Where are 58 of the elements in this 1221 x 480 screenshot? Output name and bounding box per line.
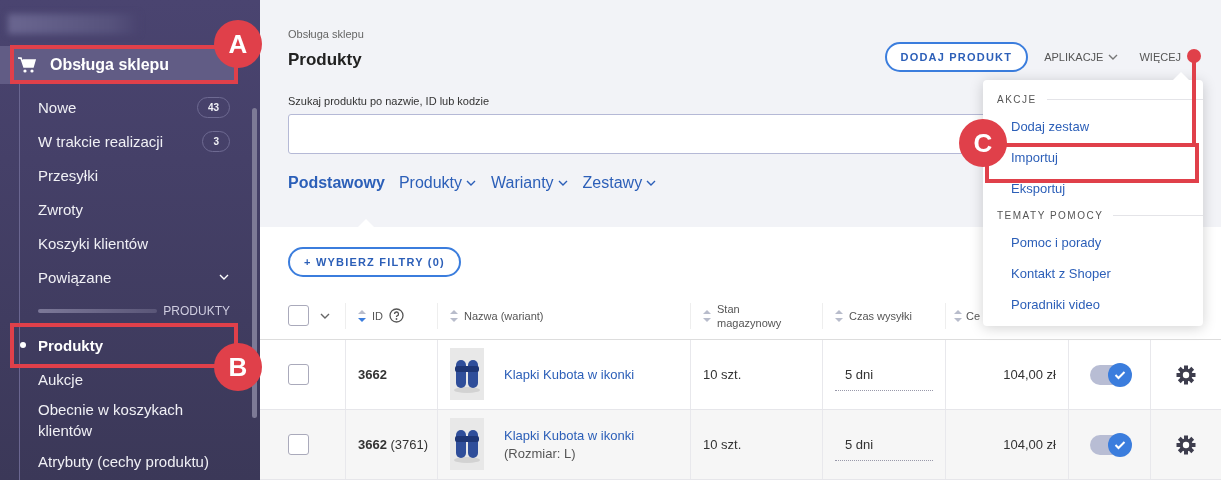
menu-item[interactable]: Dodaj zestaw [1011,111,1090,142]
sidebar-item[interactable]: Produkty [20,328,107,362]
tab[interactable]: Warianty [491,168,569,198]
stock-text: 10 szt. [703,437,742,452]
menu-item[interactable]: Eksportuj [1011,173,1066,204]
column-header[interactable]: ID [372,308,383,323]
search-label: Szukaj produktu po nazwie, ID lub kodzie [288,95,490,107]
breadcrumb[interactable]: Obsługa sklepu [288,28,364,40]
menu-item[interactable]: Importuj [1011,142,1058,173]
column-header[interactable]: Nazwa (wariant) [464,308,544,323]
gear-icon[interactable] [1176,434,1196,455]
product-id: 3662 (3761) [358,437,429,452]
menu-item[interactable]: Kontakt z Shoper [1011,258,1111,289]
variant-label: (Rozmiar: L) [504,446,577,461]
active-toggle[interactable] [1089,364,1130,385]
chevron-down-icon [1107,52,1120,62]
check-icon [1113,439,1126,450]
more-menu[interactable]: WIĘCEJ [1131,51,1185,63]
row-checkbox[interactable] [288,434,309,455]
shipping-time-field[interactable]: 5 dni [835,358,933,391]
menu-item[interactable]: Poradniki video [1011,289,1100,320]
sidebar-item[interactable]: Obecnie w koszykach klientów [20,396,190,444]
column-header[interactable]: Ce [966,308,981,323]
product-link[interactable]: Klapki Kubota w ikonki [504,367,635,382]
product-id: 3662 [358,367,387,382]
group-label: PRODUKTY [163,304,230,318]
filter-button[interactable]: + WYBIERZ FILTRY (0) [288,246,461,277]
gear-icon[interactable] [1176,364,1196,385]
tab[interactable]: Podstawowy [288,168,385,198]
price-text: 104,00 zł [1003,367,1056,382]
check-icon [1113,369,1126,380]
sidebar-item[interactable]: Zwroty [20,192,230,226]
menu-section-title: TEMATY POMOCY [997,210,1104,221]
sidebar-item[interactable]: W trakcie realizacji 3 [20,124,230,158]
cart-icon [18,57,36,73]
menu-section-title: AKCJE [997,94,1037,105]
sidebar-item[interactable]: Atrybuty (cechy produktu) [20,444,213,478]
stock-text: 10 szt. [703,367,742,382]
column-header[interactable]: Stan magazynowy [717,301,787,330]
bullet-icon [20,342,26,348]
shipping-time-field[interactable]: 5 dni [835,428,933,461]
tab[interactable]: Zestawy [582,168,658,198]
page-title: Produkty [288,50,363,70]
menu-item[interactable]: Pomoc i porady [1011,227,1102,258]
sidebar-item[interactable]: Przesyłki [20,158,230,192]
price-text: 104,00 zł [1003,437,1056,452]
sidebar-item[interactable]: Powiązane [20,260,230,294]
product-link[interactable]: Klapki Kubota w ikonki [504,428,635,443]
row-checkbox[interactable] [288,364,309,385]
apps-menu[interactable]: APLIKACJE [1036,51,1124,63]
sidebar-item[interactable]: Koszyki klientów [20,226,230,260]
active-toggle[interactable] [1089,434,1130,455]
column-header[interactable]: Czas wysyłki [849,308,912,323]
select-all-checkbox[interactable] [288,305,309,326]
tab[interactable]: Produkty [398,168,478,198]
add-product-button[interactable]: DODAJ PRODUKT [884,42,1029,72]
sidebar-item[interactable]: Aukcje [20,362,88,396]
sidebar-item[interactable]: Nowe 43 [20,90,230,124]
